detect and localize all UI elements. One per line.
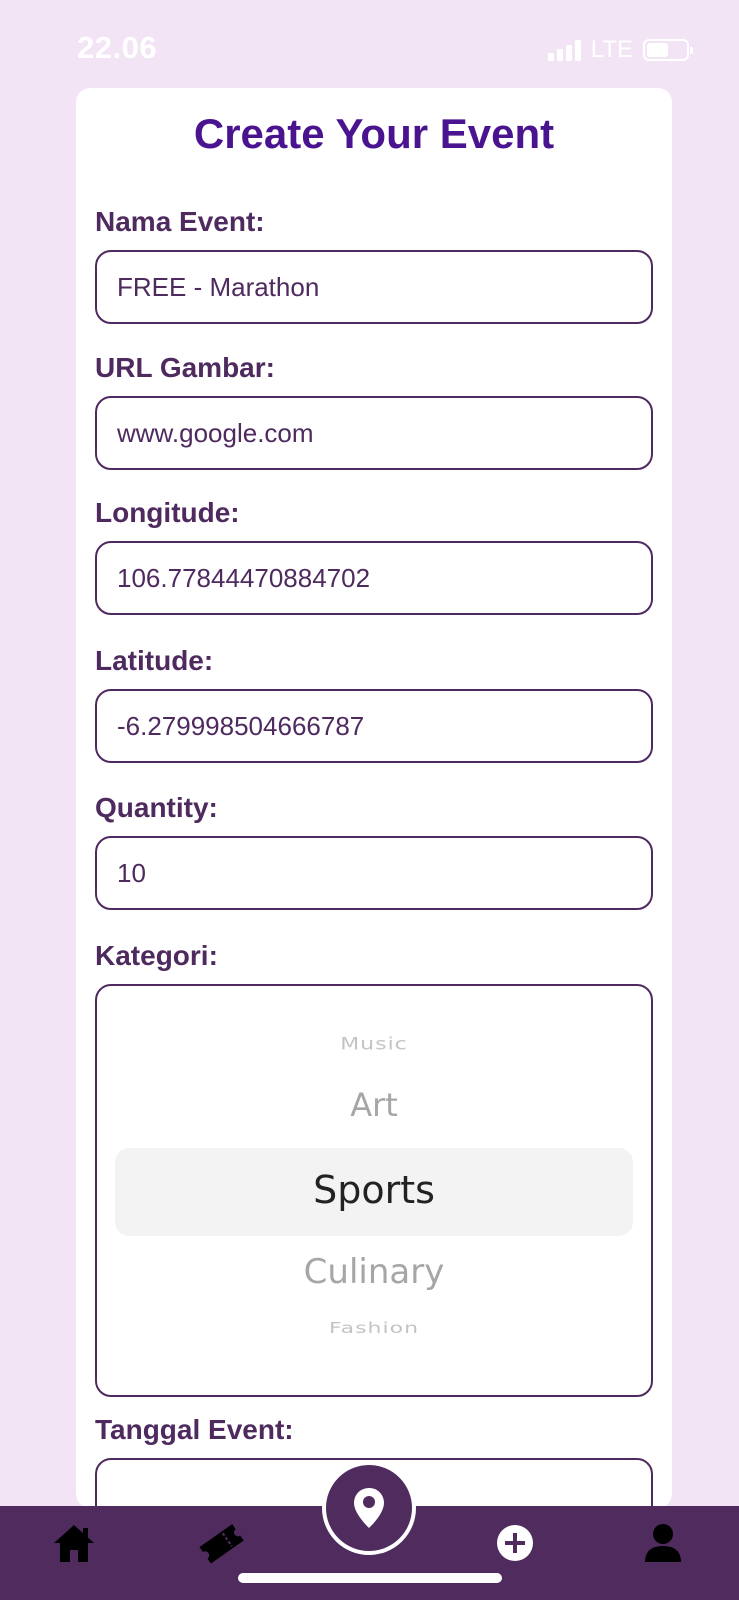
image-url-label: URL Gambar: — [95, 352, 275, 383]
plus-circle-icon — [497, 1525, 533, 1561]
event-name-input[interactable]: FREE - Marathon — [95, 250, 653, 324]
image-url-input[interactable]: www.google.com — [95, 396, 653, 470]
create-event-form: Create Your Event Nama Event: FREE - Mar… — [76, 88, 672, 1508]
latitude-field: Latitude: -6.279998504666787 — [95, 641, 653, 763]
picker-option-sports[interactable]: Sports — [97, 1168, 651, 1212]
quantity-field: Quantity: 10 — [95, 788, 653, 910]
status-bar: 22.06 LTE — [0, 0, 739, 90]
page-title: Create Your Event — [193, 110, 555, 157]
category-picker[interactable]: Music Art Sports Culinary Fashion — [95, 984, 653, 1397]
tab-profile[interactable] — [638, 1518, 688, 1568]
tab-tickets[interactable] — [196, 1518, 246, 1568]
picker-option-fashion[interactable]: Fashion — [97, 1320, 651, 1338]
tab-map[interactable] — [322, 1461, 416, 1555]
event-name-field: Nama Event: FREE - Marathon — [95, 202, 653, 324]
picker-option-art[interactable]: Art — [97, 1086, 651, 1124]
latitude-input[interactable]: -6.279998504666787 — [95, 689, 653, 763]
quantity-input[interactable]: 10 — [95, 836, 653, 910]
battery-icon — [643, 39, 693, 61]
event-date-label: Tanggal Event: — [95, 1414, 294, 1445]
picker-option-music[interactable]: Music — [97, 1035, 651, 1054]
longitude-label: Longitude: — [95, 497, 240, 528]
network-type: LTE — [590, 36, 633, 63]
person-icon — [645, 1524, 681, 1562]
map-pin-icon — [354, 1488, 384, 1528]
longitude-input[interactable]: 106.77844470884702 — [95, 541, 653, 615]
status-indicators: LTE — [547, 36, 693, 64]
home-icon — [54, 1525, 94, 1562]
tab-create[interactable] — [490, 1518, 540, 1568]
event-name-label: Nama Event: — [95, 206, 265, 237]
home-indicator — [238, 1573, 502, 1583]
latitude-label: Latitude: — [95, 645, 214, 676]
longitude-field: Longitude: 106.77844470884702 — [95, 493, 653, 615]
quantity-label: Quantity: — [95, 792, 218, 823]
category-field: Kategori: Music Art Sports Culinary Fash… — [95, 936, 653, 1397]
status-time: 22.06 — [77, 30, 158, 65]
image-url-field: URL Gambar: www.google.com — [95, 348, 653, 470]
picker-option-culinary[interactable]: Culinary — [97, 1252, 651, 1292]
category-label: Kategori: — [95, 940, 218, 971]
ticket-icon — [199, 1524, 244, 1564]
signal-icon — [547, 39, 581, 61]
tab-home[interactable] — [49, 1518, 99, 1568]
